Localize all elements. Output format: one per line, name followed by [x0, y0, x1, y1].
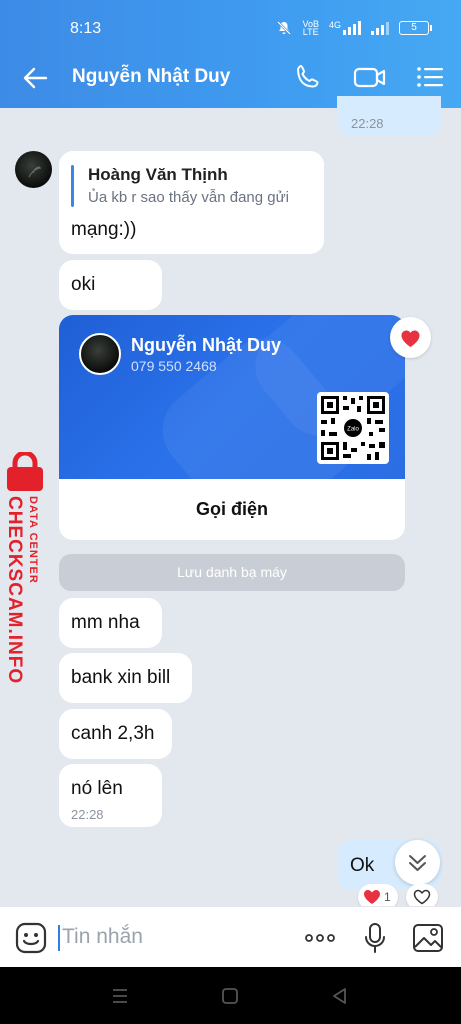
- quote-text: Ủa kb r sao thấy vẫn đang gửi: [88, 189, 289, 206]
- scroll-down-button[interactable]: [395, 840, 440, 885]
- battery-icon: 5: [399, 21, 432, 35]
- reaction-count: 1: [384, 890, 391, 904]
- message-input-bar: Tin nhắn: [0, 906, 461, 967]
- qr-logo-text: Zalo: [347, 427, 359, 433]
- system-nav-bar: [0, 967, 461, 1024]
- message-bubble[interactable]: oki: [59, 260, 162, 310]
- watermark-site: CHECKSCAM.INFO: [4, 496, 25, 685]
- phone-icon[interactable]: [293, 62, 323, 92]
- message-text: nó lên: [71, 778, 123, 799]
- outgoing-message-prev[interactable]: 22:28: [337, 96, 441, 136]
- quote-sender: Hoàng Văn Thịnh: [88, 165, 228, 184]
- message-input[interactable]: Tin nhắn: [62, 925, 143, 949]
- menu-list-icon[interactable]: [415, 62, 445, 92]
- microphone-icon[interactable]: [358, 921, 392, 955]
- card-contact-phone: 079 550 2468: [131, 358, 217, 374]
- lock-icon: [7, 452, 43, 491]
- message-bubble[interactable]: nó lên 22:28: [59, 764, 162, 827]
- contact-card-header: Nguyễn Nhật Duy 079 550 2468 Zalo: [59, 315, 405, 479]
- card-contact-name: Nguyễn Nhật Duy: [131, 335, 282, 355]
- home-icon[interactable]: [220, 986, 240, 1006]
- video-call-icon[interactable]: [353, 62, 387, 92]
- quote-bar: [71, 165, 74, 207]
- qr-code: Zalo: [317, 392, 389, 464]
- message-text: Ok: [350, 855, 375, 876]
- more-options-icon[interactable]: [303, 921, 337, 955]
- text-caret: [58, 925, 60, 951]
- message-bubble[interactable]: bank xin bill: [59, 653, 192, 703]
- message-bubble[interactable]: mm nha: [59, 598, 162, 648]
- image-gallery-icon[interactable]: [411, 921, 445, 955]
- heart-icon: [401, 330, 420, 347]
- double-chevron-down-icon: [409, 855, 426, 871]
- avatar-art-icon: [28, 166, 42, 178]
- sticker-icon[interactable]: [14, 921, 48, 955]
- message-time: 22:28: [71, 807, 104, 822]
- status-time: 8:13: [70, 20, 102, 37]
- sender-avatar[interactable]: [15, 151, 52, 188]
- cell-signal-2: [371, 21, 389, 35]
- recents-icon[interactable]: [110, 986, 130, 1006]
- message-text: canh 2,3h: [71, 723, 155, 744]
- status-bar: 8:13 VoB LTE 4G 5: [0, 0, 461, 46]
- message-text: mạng:)): [71, 219, 137, 240]
- watermark: CHECKSCAM.INFO DATA CENTER: [0, 452, 52, 684]
- heart-reaction-badge[interactable]: [390, 317, 431, 358]
- call-button[interactable]: Gọi điện: [59, 479, 405, 540]
- status-icons: VoB LTE 4G 5: [276, 19, 432, 37]
- mute-icon: [277, 21, 292, 35]
- heart-outline-icon: [413, 889, 431, 905]
- heart-icon: [364, 890, 380, 904]
- contact-card[interactable]: Nguyễn Nhật Duy 079 550 2468 Zalo Gọi đi…: [59, 315, 405, 540]
- watermark-sub: DATA CENTER: [27, 496, 39, 584]
- save-contact-button[interactable]: Lưu danh bạ máy: [59, 554, 405, 591]
- back-arrow-icon[interactable]: [20, 63, 50, 93]
- card-avatar: [79, 333, 121, 375]
- message-bubble[interactable]: canh 2,3h: [59, 709, 172, 759]
- message-text: oki: [71, 274, 96, 295]
- back-nav-icon[interactable]: [330, 986, 350, 1006]
- message-time: 22:28: [351, 116, 384, 131]
- cell-signal-1: 4G: [329, 21, 361, 35]
- contact-name[interactable]: Nguyễn Nhật Duy: [72, 66, 230, 88]
- volte-indicator: VoB LTE: [302, 19, 319, 37]
- message-text: mm nha: [71, 612, 140, 633]
- message-text: bank xin bill: [71, 667, 171, 688]
- reply-message[interactable]: Hoàng Văn Thịnh Ủa kb r sao thấy vẫn đan…: [59, 151, 324, 254]
